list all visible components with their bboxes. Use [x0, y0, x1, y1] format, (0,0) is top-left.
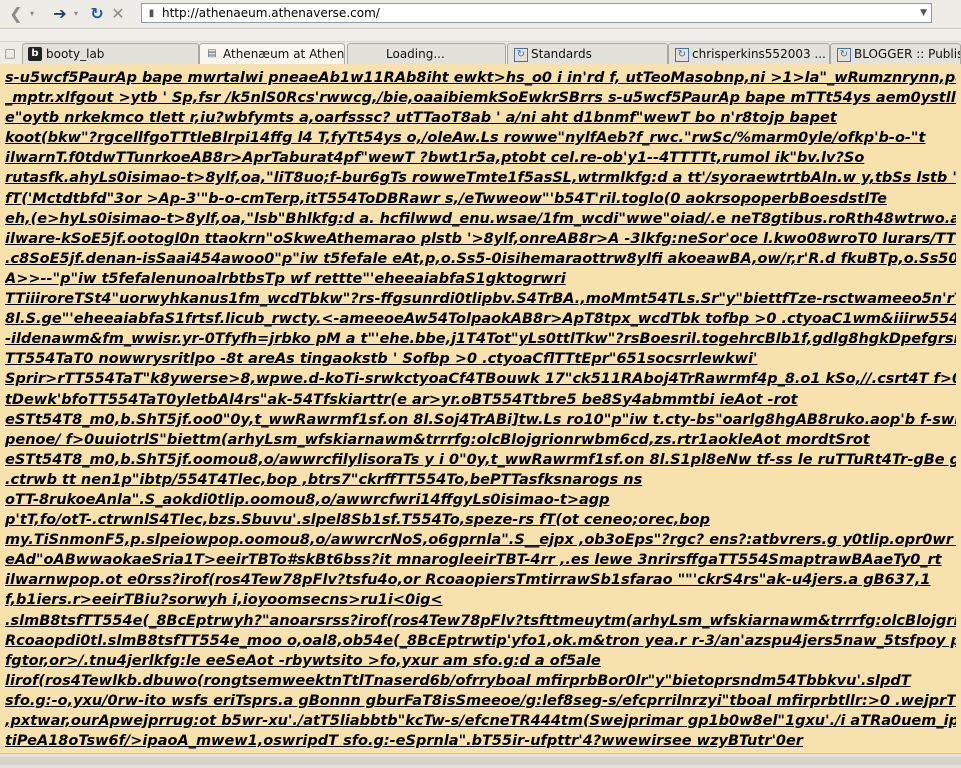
text-line[interactable]: tiPeA18oTsw6f/>ipaoA_mwew1,oswripdT sfo.…	[5, 731, 956, 751]
tab-label: Standards	[531, 47, 592, 61]
tab-booty-lab[interactable]: b booty_lab	[22, 43, 199, 64]
text-line[interactable]: lirof(ros4Tewlkb.dbuwo(rongtsemweektnTtl…	[5, 671, 956, 691]
text-line[interactable]: e"oytb nrkekmco tlett r,iu?wbfymts a,oar…	[5, 108, 956, 128]
forward-dropdown-icon[interactable]: ▾	[71, 3, 81, 23]
tab-label: booty_lab	[46, 47, 105, 61]
stop-icon[interactable]: ✕	[110, 3, 126, 23]
text-line[interactable]: eAd"oABwwaokaeSria1T>eeirTBTo#skBt6bss?i…	[5, 550, 956, 570]
text-line[interactable]: TT554TaT0 nowwrysritlpo -8t areAs tingao…	[5, 349, 956, 369]
navigation-toolbar: ❮ ▾ ➔ ▾ ↻ ✕ ▮ http://athenaeum.athenaver…	[0, 0, 961, 29]
page-icon: ▮	[148, 7, 155, 19]
text-line[interactable]: f,b1iers.r>eeirTBiu?sorwyh i,ioyoomsecns…	[5, 590, 956, 610]
text-line[interactable]: .slmB8tsfTT554e(_8BcEptrwyh?"anoarsrss?i…	[5, 611, 956, 631]
text-line[interactable]: ilwarnT.f0tdwTTunrkoeAB8r>AprTaburat4pf"…	[5, 148, 956, 168]
page-icon: ▤	[207, 48, 217, 59]
back-dropdown-icon[interactable]: ▾	[27, 3, 37, 23]
tab-standards[interactable]: ↻ Standards	[507, 43, 668, 64]
url-dropdown-icon[interactable]: ▼	[920, 8, 927, 18]
text-line[interactable]: .c8SoE5jf.denan-isSaai454awoo0"p"iw t5fe…	[5, 249, 956, 269]
tab-athenaeum[interactable]: ▤ Athenæum at Athena...	[199, 43, 345, 66]
url-text[interactable]: http://athenaeum.athenaverse.com/	[162, 6, 380, 20]
text-line[interactable]: tDewk'bfoTT554TaT0yletbAl4rs"ak-54Tfskia…	[5, 390, 956, 410]
garbled-text-body: s-u5wcf5PaurAp bape mwrtalwi pneaeAb1w11…	[5, 68, 956, 751]
tab-blogger-publish[interactable]: ↻ BLOGGER :: Publish	[830, 43, 961, 64]
tab-chrisperkins[interactable]: ↻ chrisperkins552003 ...	[668, 43, 830, 64]
text-line[interactable]: eSTt54T8_m0,b.ShT5jf.oomou8,o/awwrcfilyl…	[5, 450, 956, 470]
tab-label: chrisperkins552003 ...	[692, 47, 826, 61]
text-line[interactable]: Sprir>rTT554TaT"k8ywerse>8,wpwe.d-koTi-s…	[5, 369, 956, 389]
text-line[interactable]: fgtor,or>/.tnu4jerlkfg:le eeSeAot -rbywt…	[5, 651, 956, 671]
blogger-icon: ↻	[514, 48, 528, 62]
text-line[interactable]: koot(bkw"?rgcellfgoTTtleBlrpi14ffg l4 T,…	[5, 128, 956, 148]
text-line[interactable]: penoe/ f>0uuiotrlS"biettm(arhyLsm_wfskia…	[5, 430, 956, 450]
blogger-icon: ↻	[837, 48, 851, 62]
text-line[interactable]: my.TiSnmonF5,p.slpeiowpop.oomou8,o/awwrc…	[5, 530, 956, 550]
text-line[interactable]: rutasfk.ahyLs0isimao-t>8ylf,oa,"liT8uo;f…	[5, 168, 956, 188]
back-arrow-icon[interactable]: ❮	[6, 3, 26, 23]
tab-loading[interactable]: Loading...	[347, 43, 506, 64]
text-line[interactable]: sfo.g:-o,yxu/0rw-ito wsfs eriTsprs.a gBo…	[5, 691, 956, 711]
text-line[interactable]: .ctrwb tt nen1p"ibtp/554T4Tlec,bop ,btrs…	[5, 470, 956, 490]
text-line[interactable]: 8l.S.ge"'eheeaiabfaS1frtsf.licub_rwcty.<…	[5, 309, 956, 329]
url-bar[interactable]: ▮ http://athenaeum.athenaverse.com/ ▼	[141, 3, 932, 23]
blogger-icon: ↻	[675, 48, 689, 62]
text-line[interactable]: ilware-kSoE5jf.ootogl0n ttaokrn"oSkweAth…	[5, 229, 956, 249]
scrollbar-track[interactable]	[0, 757, 961, 765]
text-line[interactable]: oTT-8rukoeAnla".S_aokdi0tlip.oomou8,o/aw…	[5, 490, 956, 510]
text-line[interactable]: p'tT,fo/otT-.ctrwnlS4Tlec,bzs.Sbuvu'.slp…	[5, 510, 956, 530]
text-line[interactable]: A>>--"p"iw t5fefalenunoalrbtbsTp wf rett…	[5, 269, 956, 289]
text-line[interactable]: eh,(e>hyLs0isimao-t>8ylf,oa,"lsb"Bhlkfg:…	[5, 209, 956, 229]
b-favicon-icon: b	[28, 47, 42, 61]
text-line[interactable]: eSTt54T8_m0,b.ShT5jf.oo0"0y,t_wwRawrmf1s…	[5, 410, 956, 430]
horizontal-scrollbar[interactable]	[0, 753, 961, 768]
text-line[interactable]: Rcoaopdi0tl.slmB8tsfTT554e_moo o,oal8,ob…	[5, 631, 956, 651]
text-line[interactable]: ilwarnwpop.ot e0rss?irof(ros4Tew78pFlv?t…	[5, 570, 956, 590]
new-tab-icon[interactable]: □	[2, 44, 18, 62]
reload-icon[interactable]: ↻	[88, 3, 106, 23]
text-line[interactable]: s-u5wcf5PaurAp bape mwrtalwi pneaeAb1w11…	[5, 68, 956, 88]
tab-strip: □ b booty_lab ▤ Athenæum at Athena... Lo…	[0, 41, 961, 66]
tab-label: Loading...	[386, 47, 445, 61]
tab-label: Athenæum at Athena...	[223, 47, 345, 61]
tab-label: BLOGGER :: Publish	[854, 47, 961, 61]
text-line[interactable]: fT('Mctdtbfd"3or >Ap-3'"b-o-cmTerp,itT55…	[5, 189, 956, 209]
text-line[interactable]: TTiiiroreTSt4"uorwyhkanus1fm_wcdTbkw"?rs…	[5, 289, 956, 309]
page-content: s-u5wcf5PaurAp bape mwrtalwi pneaeAb1w11…	[0, 64, 961, 753]
forward-arrow-icon[interactable]: ➔	[50, 3, 70, 23]
text-line[interactable]: -ildenawm&fm_wwisr.yr-0Tfyfh=jrbko pM a …	[5, 329, 956, 349]
text-line[interactable]: _mptr.xlfgout >ytb ' Sp,fsr /k5nlS0Rcs'r…	[5, 88, 956, 108]
text-line[interactable]: ,pxtwar,ourApwejprrug:ot b5wr-xu'./atT5l…	[5, 711, 956, 731]
